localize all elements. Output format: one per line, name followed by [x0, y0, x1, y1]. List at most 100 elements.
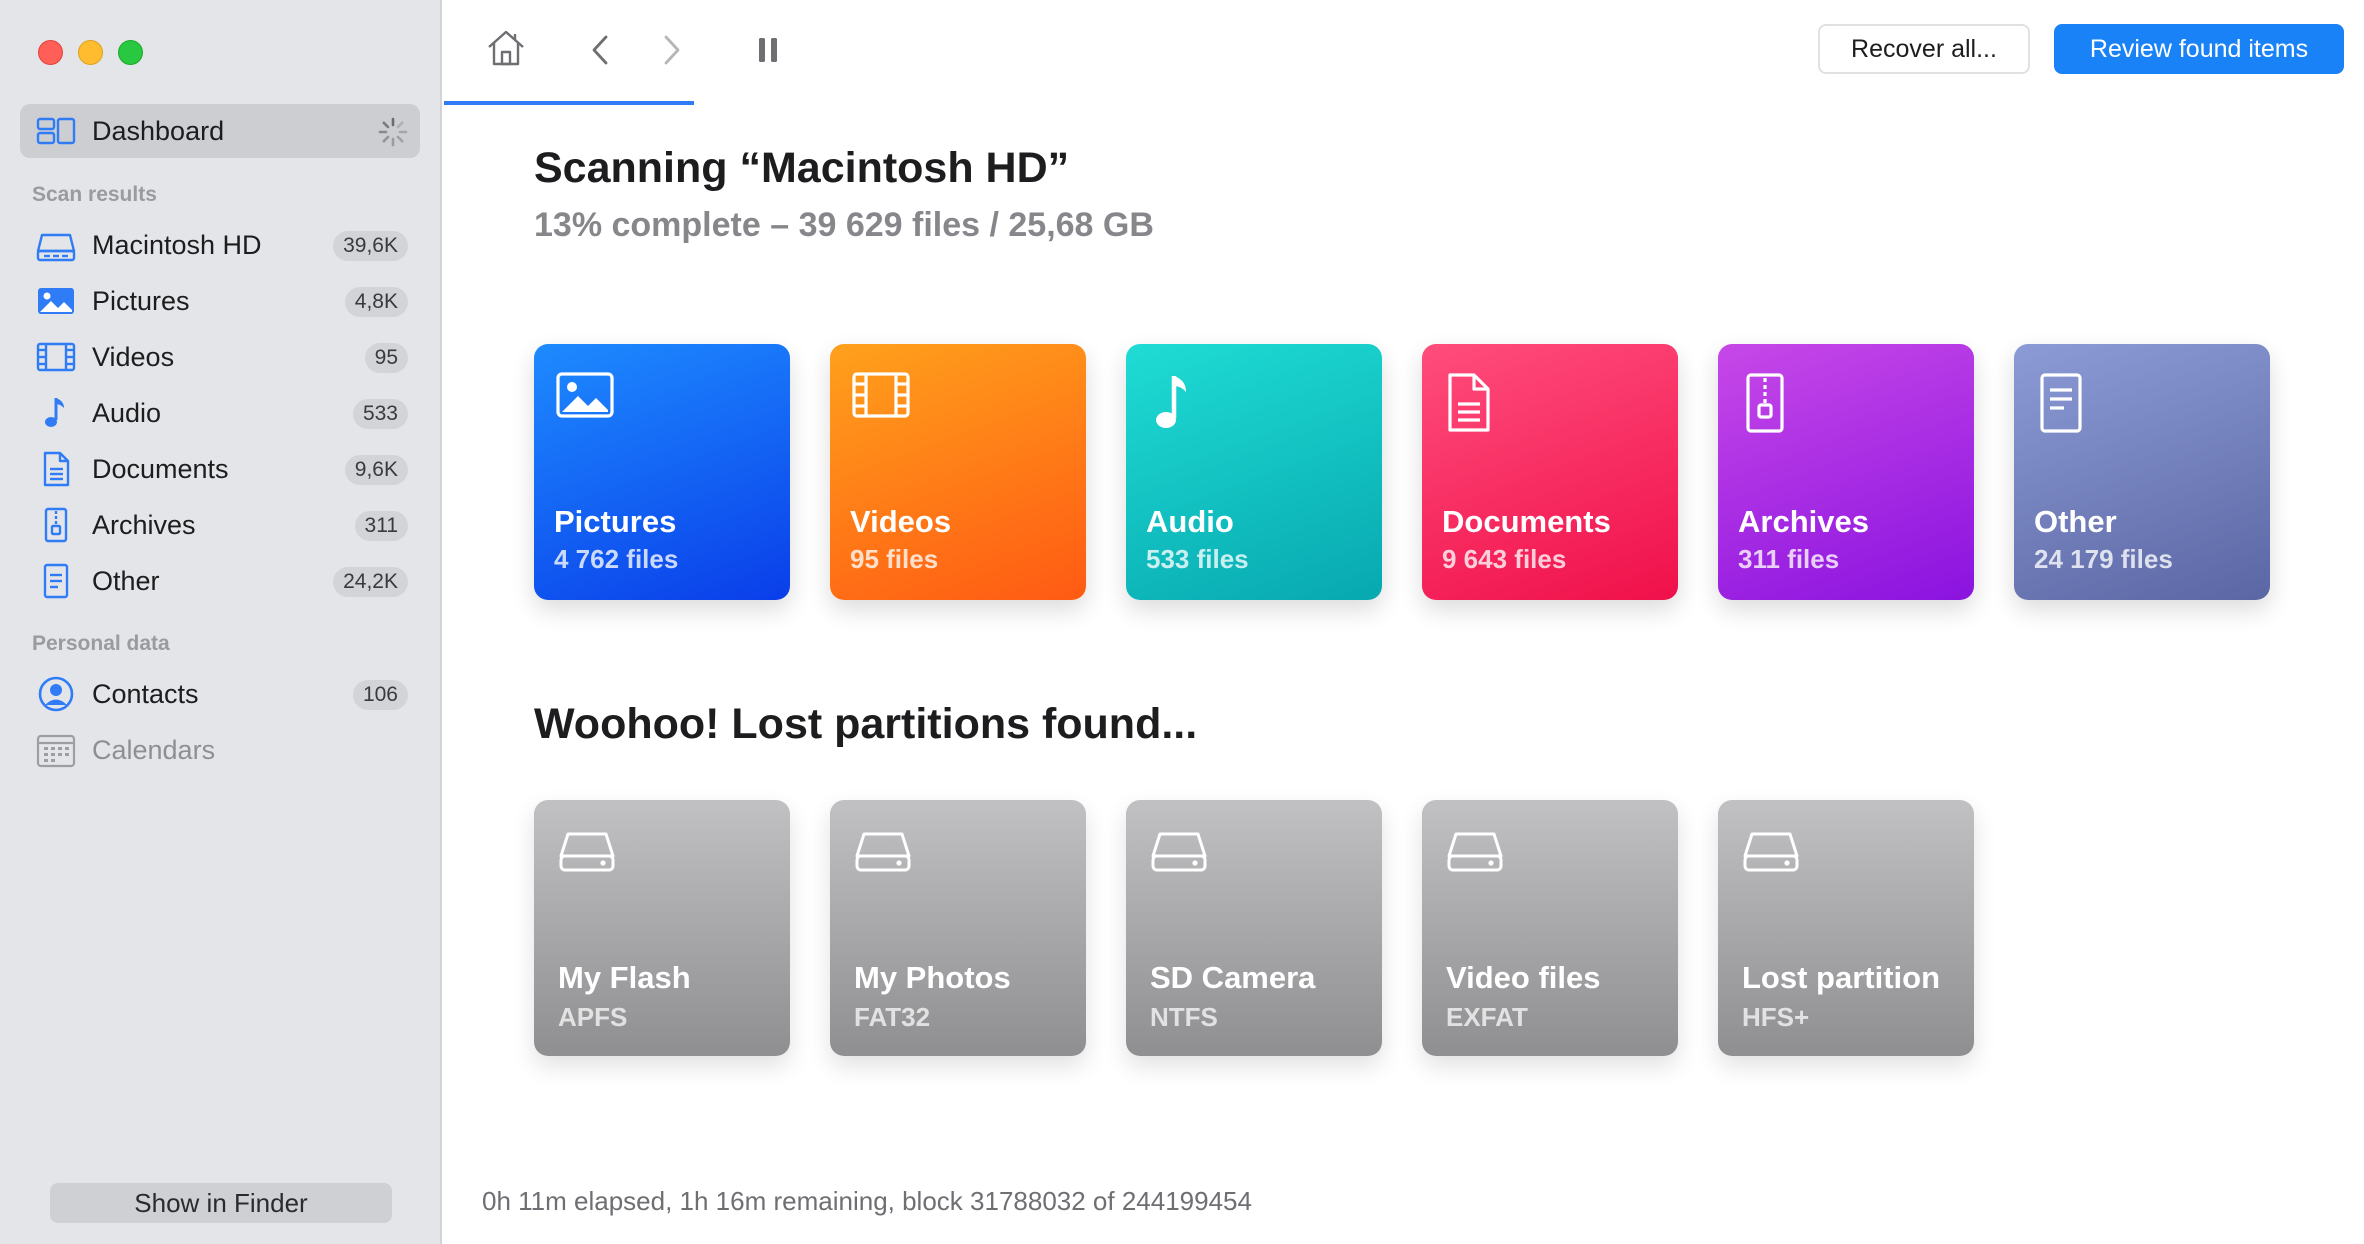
partition-filesystem: FAT32 — [854, 1002, 931, 1032]
back-icon — [589, 34, 611, 71]
sidebar-item-calendars[interactable]: Calendars — [20, 724, 420, 776]
category-name: Videos — [850, 504, 952, 539]
sidebar-item-label: Archives — [92, 509, 196, 540]
dashboard-icon — [36, 116, 76, 151]
category-card-pictures[interactable]: Pictures 4 762 files — [534, 344, 790, 600]
window-controls — [38, 40, 143, 65]
archive-icon — [1740, 372, 1790, 439]
document-icon — [1444, 372, 1494, 439]
music-note-icon — [1148, 372, 1198, 439]
archive-icon — [36, 507, 76, 543]
category-name: Other — [2034, 504, 2117, 539]
close-window-button[interactable] — [38, 40, 63, 65]
file-icon — [2036, 372, 2086, 439]
category-count: 95 files — [850, 544, 939, 574]
minimize-window-button[interactable] — [78, 40, 103, 65]
forward-icon — [661, 34, 683, 71]
category-name: Documents — [1442, 504, 1611, 539]
drive-icon — [1150, 830, 1208, 879]
sidebar-item-label: Macintosh HD — [92, 229, 262, 260]
sidebar-item-label: Videos — [92, 341, 175, 372]
forward-button[interactable] — [652, 30, 692, 74]
sidebar-item-label: Pictures — [92, 285, 190, 316]
category-card-archives[interactable]: Archives 311 files — [1718, 344, 1974, 600]
review-found-items-button[interactable]: Review found items — [2054, 24, 2344, 74]
partition-name: Video files — [1446, 960, 1601, 995]
partition-card-my-flash[interactable]: My Flash APFS — [534, 800, 790, 1056]
count-badge: 311 — [354, 511, 408, 541]
page-title: Scanning “Macintosh HD” — [534, 144, 1070, 192]
partition-card-video-files[interactable]: Video files EXFAT — [1422, 800, 1678, 1056]
show-in-finder-button[interactable]: Show in Finder — [50, 1183, 392, 1223]
calendar-icon — [36, 732, 76, 768]
category-count: 311 files — [1738, 544, 1840, 574]
partition-name: SD Camera — [1150, 960, 1316, 995]
partition-name: My Photos — [854, 960, 1011, 995]
category-card-videos[interactable]: Videos 95 files — [830, 344, 1086, 600]
document-icon — [36, 451, 76, 487]
personal-data-heading: Personal data — [32, 632, 170, 655]
category-count: 24 179 files — [2034, 544, 2173, 574]
film-icon — [36, 339, 76, 375]
partition-filesystem: EXFAT — [1446, 1002, 1528, 1032]
sidebar-item-contacts[interactable]: Contacts 106 — [20, 668, 420, 720]
spinner-icon — [378, 117, 408, 152]
category-name: Audio — [1146, 504, 1234, 539]
partition-cards: My Flash APFS My Photos FAT32 SD Camera … — [534, 800, 1974, 1056]
film-icon — [852, 372, 910, 423]
category-count: 533 files — [1146, 544, 1249, 574]
sidebar: Dashboard Scan results Macintosh HD 39,6… — [0, 0, 442, 1244]
partitions-heading: Woohoo! Lost partitions found... — [534, 700, 1198, 748]
sidebar-item-label: Documents — [92, 453, 229, 484]
sidebar-item-audio[interactable]: Audio 533 — [20, 387, 420, 439]
category-cards: Pictures 4 762 files Videos 95 files Aud… — [534, 344, 2270, 600]
sidebar-item-archives[interactable]: Archives 311 — [20, 499, 420, 551]
drive-icon — [1742, 830, 1800, 879]
sidebar-item-label: Dashboard — [92, 115, 225, 146]
count-badge: 533 — [352, 399, 408, 429]
drive-icon — [1446, 830, 1504, 879]
count-badge: 106 — [352, 680, 408, 710]
sidebar-item-label: Calendars — [92, 734, 216, 765]
count-badge: 9,6K — [344, 455, 408, 485]
partition-card-sd-camera[interactable]: SD Camera NTFS — [1126, 800, 1382, 1056]
category-card-documents[interactable]: Documents 9 643 files — [1422, 344, 1678, 600]
drive-icon — [36, 227, 76, 263]
scan-status-text: 0h 11m elapsed, 1h 16m remaining, block … — [482, 1186, 1252, 1216]
sidebar-item-videos[interactable]: Videos 95 — [20, 331, 420, 383]
sidebar-item-documents[interactable]: Documents 9,6K — [20, 443, 420, 495]
partition-card-my-photos[interactable]: My Photos FAT32 — [830, 800, 1086, 1056]
picture-icon — [36, 283, 76, 319]
count-badge: 4,8K — [344, 287, 408, 317]
sidebar-item-dashboard[interactable]: Dashboard — [20, 104, 420, 158]
sidebar-item-macintosh-hd[interactable]: Macintosh HD 39,6K — [20, 219, 420, 271]
count-badge: 39,6K — [333, 231, 408, 261]
partition-card-lost-partition[interactable]: Lost partition HFS+ — [1718, 800, 1974, 1056]
category-card-audio[interactable]: Audio 533 files — [1126, 344, 1382, 600]
sidebar-item-pictures[interactable]: Pictures 4,8K — [20, 275, 420, 327]
sidebar-item-label: Audio — [92, 397, 162, 428]
drive-icon — [558, 830, 616, 879]
back-button[interactable] — [580, 30, 620, 74]
partition-name: Lost partition — [1742, 960, 1941, 995]
active-tab-indicator — [444, 101, 694, 105]
picture-icon — [556, 372, 614, 423]
category-card-other[interactable]: Other 24 179 files — [2014, 344, 2270, 600]
category-name: Pictures — [554, 504, 677, 539]
partition-filesystem: NTFS — [1150, 1002, 1218, 1032]
category-name: Archives — [1738, 504, 1869, 539]
sidebar-item-label: Contacts — [92, 678, 199, 709]
pause-icon — [757, 36, 779, 69]
scan-progress-text: 13% complete – 39 629 files / 25,68 GB — [534, 206, 1154, 244]
sidebar-item-label: Other — [92, 565, 160, 596]
home-button[interactable] — [484, 28, 528, 72]
contact-icon — [36, 676, 76, 712]
partition-filesystem: HFS+ — [1742, 1002, 1810, 1032]
recover-all-button[interactable]: Recover all... — [1818, 24, 2030, 74]
music-note-icon — [36, 395, 76, 431]
category-count: 9 643 files — [1442, 544, 1567, 574]
home-icon — [486, 29, 526, 72]
zoom-window-button[interactable] — [118, 40, 143, 65]
sidebar-item-other[interactable]: Other 24,2K — [20, 555, 420, 607]
pause-button[interactable] — [748, 30, 788, 74]
